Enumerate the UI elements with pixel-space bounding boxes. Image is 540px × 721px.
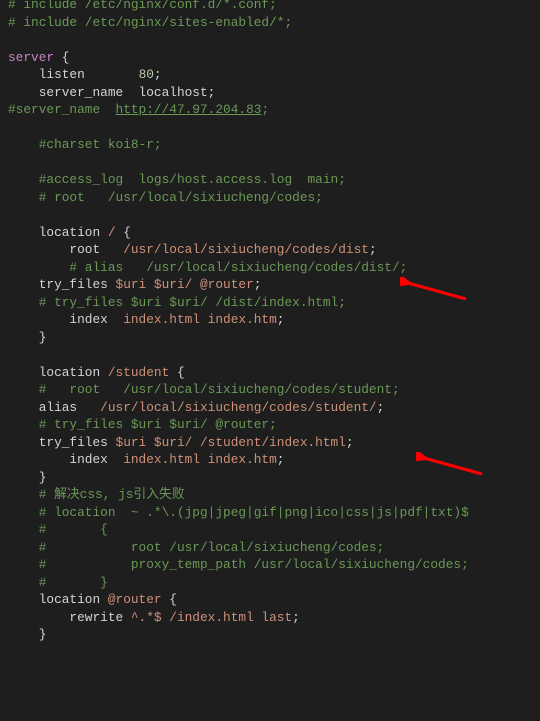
code-line: root /usr/local/sixiucheng/codes/dist;	[8, 242, 377, 257]
code-line: # alias /usr/local/sixiucheng/codes/dist…	[8, 260, 407, 275]
code-line: # }	[8, 575, 108, 590]
code-line: #server_name http://47.97.204.83;	[8, 102, 269, 117]
code-block: # include /etc/nginx/conf.d/*.conf; # in…	[0, 0, 540, 644]
code-line: # try_files $uri $uri/ /dist/index.html;	[8, 295, 346, 310]
code-line: }	[8, 470, 46, 485]
code-line: location / {	[8, 225, 131, 240]
code-line: server {	[8, 50, 69, 65]
code-line: listen 80;	[8, 67, 162, 82]
code-line: rewrite ^.*$ /index.html last;	[8, 610, 300, 625]
code-line: try_files $uri $uri/ /student/index.html…	[8, 435, 354, 450]
code-line: # 解决css, js引入失败	[8, 487, 185, 502]
code-line: location /student {	[8, 365, 185, 380]
code-line: server_name localhost;	[8, 85, 215, 100]
code-line: # {	[8, 522, 108, 537]
annotation-arrow-icon	[400, 277, 470, 303]
code-line: # include /etc/nginx/conf.d/*.conf;	[8, 0, 277, 12]
code-line: location @router {	[8, 592, 177, 607]
code-line: #access_log logs/host.access.log main;	[8, 172, 346, 187]
code-line: }	[8, 330, 46, 345]
code-line: #charset koi8-r;	[8, 137, 162, 152]
code-line: # include /etc/nginx/sites-enabled/*;	[8, 15, 292, 30]
code-line: # proxy_temp_path /usr/local/sixiucheng/…	[8, 557, 469, 572]
annotation-arrow-icon	[416, 452, 486, 478]
code-line: try_files $uri $uri/ @router;	[8, 277, 261, 292]
code-line: # location ~ .*\.(jpg|jpeg|gif|png|ico|c…	[8, 505, 469, 520]
code-line: index index.html index.htm;	[8, 452, 284, 467]
code-line: alias /usr/local/sixiucheng/codes/studen…	[8, 400, 384, 415]
code-line: # root /usr/local/sixiucheng/codes;	[8, 190, 323, 205]
code-line: index index.html index.htm;	[8, 312, 284, 327]
code-line: }	[8, 627, 46, 642]
code-line: # root /usr/local/sixiucheng/codes/stude…	[8, 382, 400, 397]
code-line: # try_files $uri $uri/ @router;	[8, 417, 277, 432]
code-line: # root /usr/local/sixiucheng/codes;	[8, 540, 384, 555]
